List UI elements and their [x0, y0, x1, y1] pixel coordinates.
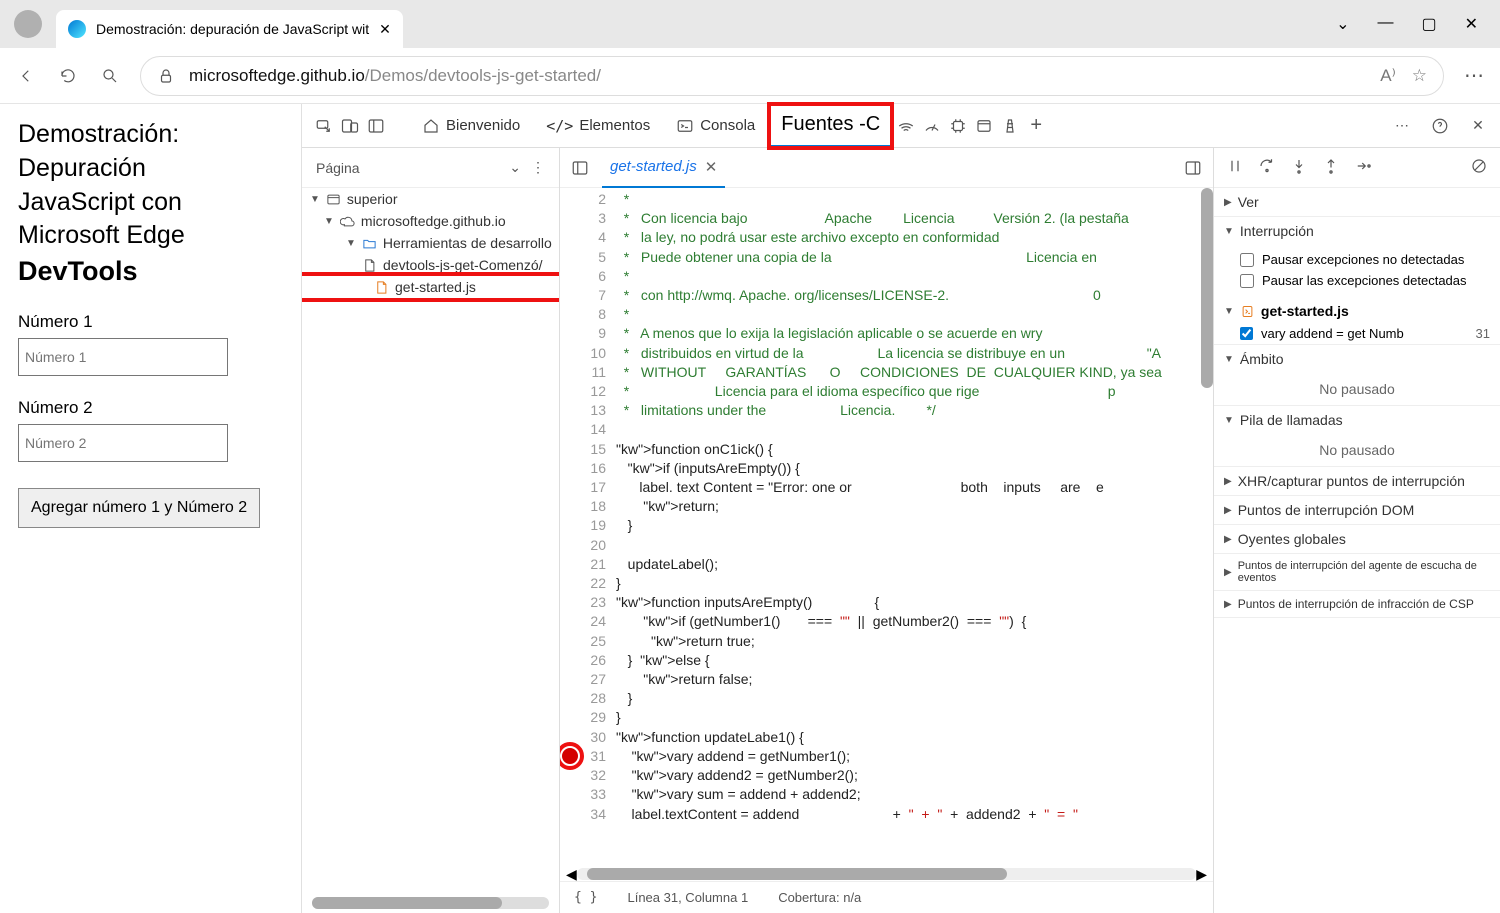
- browser-tab[interactable]: Demostración: depuración de JavaScript w…: [56, 10, 403, 48]
- toggle-debugger-icon[interactable]: [1181, 156, 1205, 180]
- device-icon[interactable]: [338, 114, 362, 138]
- close-devtools-icon[interactable]: ✕: [1466, 114, 1490, 138]
- editor-vscrollbar[interactable]: [1201, 188, 1213, 388]
- network-conditions-icon[interactable]: [894, 114, 918, 138]
- breakpoint-marker[interactable]: [562, 748, 578, 764]
- refresh-button[interactable]: [56, 64, 80, 88]
- input-number1[interactable]: [18, 338, 228, 376]
- demo-heading: Demostración: Depuración JavaScript con …: [18, 118, 283, 290]
- step-into-icon[interactable]: [1290, 157, 1308, 178]
- navigator-scrollbar[interactable]: [312, 897, 549, 909]
- back-button[interactable]: [14, 64, 38, 88]
- section-event-listener-bp[interactable]: ▶Puntos de interrupción del agente de es…: [1214, 554, 1500, 590]
- demo-page: Demostración: Depuración JavaScript con …: [0, 104, 302, 913]
- navigator-more-icon[interactable]: ⋮: [531, 159, 545, 176]
- close-tab-icon[interactable]: ✕: [379, 21, 391, 38]
- line-gutter[interactable]: 2345678910111213141516171819202122232425…: [560, 188, 616, 867]
- tree-origin[interactable]: ▼microsoftedge.github.io: [302, 210, 559, 232]
- section-scope[interactable]: ▼Ámbito: [1214, 345, 1500, 373]
- breakpoint-file[interactable]: ▼get-started.js: [1214, 299, 1500, 323]
- pause-caught-checkbox[interactable]: Pausar las excepciones detectadas: [1240, 270, 1490, 291]
- toggle-navigator-icon[interactable]: [568, 156, 592, 180]
- lighthouse-icon[interactable]: [998, 114, 1022, 138]
- search-icon[interactable]: [98, 64, 122, 88]
- section-csp-bp[interactable]: ▶Puntos de interrupción de infracción de…: [1214, 591, 1500, 617]
- tree-top[interactable]: ▼superior: [302, 188, 559, 210]
- favorite-icon[interactable]: ☆: [1412, 66, 1427, 86]
- pause-icon[interactable]: [1226, 157, 1244, 178]
- read-aloud-icon[interactable]: A⁾: [1380, 66, 1396, 86]
- tab-console[interactable]: Consola: [664, 104, 767, 148]
- edge-icon: [68, 20, 86, 38]
- profile-avatar[interactable]: [14, 10, 42, 38]
- more-icon[interactable]: ⋯: [1462, 64, 1486, 88]
- add-button[interactable]: Agregar número 1 y Número 2: [18, 488, 260, 528]
- label-number1: Número 1: [18, 312, 283, 332]
- chevron-down-icon[interactable]: ⌄: [509, 159, 521, 176]
- step-out-icon[interactable]: [1322, 157, 1340, 178]
- input-number2[interactable]: [18, 424, 228, 462]
- help-icon[interactable]: [1428, 114, 1452, 138]
- navigator-page-tab[interactable]: Página: [316, 160, 499, 176]
- editor-hscrollbar[interactable]: ◀▶: [560, 867, 1213, 881]
- address-bar[interactable]: microsoftedge.github.io/Demos/devtools-j…: [140, 56, 1444, 96]
- editor-tab[interactable]: get-started.js✕: [602, 148, 725, 188]
- panel-icon[interactable]: [364, 114, 388, 138]
- close-file-icon[interactable]: ✕: [705, 158, 718, 176]
- inspect-icon[interactable]: [312, 114, 336, 138]
- pause-uncaught-checkbox[interactable]: Pausar excepciones no detectadas: [1240, 249, 1490, 270]
- caret-down-icon[interactable]: ⌄: [1336, 14, 1349, 34]
- status-coverage: Cobertura: n/a: [778, 890, 861, 905]
- url-path: /Demos/devtools-js-get-started/: [365, 66, 601, 85]
- tab-elements[interactable]: </>Elementos: [534, 104, 662, 148]
- breakpoint-entry[interactable]: vary addend = get Numb31: [1214, 323, 1500, 344]
- memory-icon[interactable]: [946, 114, 970, 138]
- lock-icon: [157, 67, 175, 85]
- section-watch[interactable]: ▶Ver: [1214, 188, 1500, 216]
- minimize-icon[interactable]: —: [1377, 14, 1393, 34]
- source-code[interactable]: * * Con licencia bajo Apache Licencia Ve…: [616, 188, 1213, 867]
- tree-file-js[interactable]: get-started.js: [302, 276, 559, 298]
- braces-icon[interactable]: { }: [574, 890, 597, 905]
- scope-not-paused: No pausado: [1214, 373, 1500, 405]
- close-window-icon[interactable]: ✕: [1465, 14, 1478, 34]
- performance-icon[interactable]: [920, 114, 944, 138]
- step-over-icon[interactable]: [1258, 157, 1276, 178]
- devtools-toolbar: Bienvenido </>Elementos Consola Fuentes …: [302, 104, 1500, 148]
- more-tools-icon[interactable]: +: [1024, 114, 1048, 138]
- browser-toolbar: microsoftedge.github.io/Demos/devtools-j…: [0, 48, 1500, 104]
- section-global-listeners[interactable]: ▶Oyentes globales: [1214, 525, 1500, 553]
- section-xhr[interactable]: ▶XHR/capturar puntos de interrupción: [1214, 467, 1500, 495]
- deactivate-breakpoints-icon[interactable]: [1470, 157, 1488, 178]
- tab-title: Demostración: depuración de JavaScript w…: [96, 21, 369, 37]
- tab-welcome[interactable]: Bienvenido: [410, 104, 532, 148]
- step-icon[interactable]: [1354, 157, 1372, 178]
- devtools: Bienvenido </>Elementos Consola Fuentes …: [302, 104, 1500, 913]
- callstack-not-paused: No pausado: [1214, 434, 1500, 466]
- tab-sources[interactable]: Fuentes -C: [769, 104, 892, 148]
- browser-titlebar: Demostración: depuración de JavaScript w…: [0, 0, 1500, 48]
- status-line-col: Línea 31, Columna 1: [627, 890, 748, 905]
- tree-folder[interactable]: ▼Herramientas de desarrollo: [302, 232, 559, 254]
- section-dom-bp[interactable]: ▶Puntos de interrupción DOM: [1214, 496, 1500, 524]
- tree-file-html[interactable]: devtools-js-get-Comenzó/: [302, 254, 559, 276]
- application-icon[interactable]: [972, 114, 996, 138]
- debugger-pane: ▶Ver ▼Interrupción Pausar excepciones no…: [1214, 148, 1500, 913]
- url-host: microsoftedge.github.io: [189, 66, 365, 85]
- section-callstack[interactable]: ▼Pila de llamadas: [1214, 406, 1500, 434]
- code-editor: get-started.js✕ 234567891011121314151617…: [560, 148, 1214, 913]
- customize-icon[interactable]: ⋯: [1390, 114, 1414, 138]
- section-breakpoints[interactable]: ▼Interrupción: [1214, 217, 1500, 245]
- maximize-icon[interactable]: ▢: [1421, 14, 1436, 34]
- sources-navigator: Página ⌄ ⋮ ▼superior ▼microsoftedge.gith…: [302, 148, 560, 913]
- label-number2: Número 2: [18, 398, 283, 418]
